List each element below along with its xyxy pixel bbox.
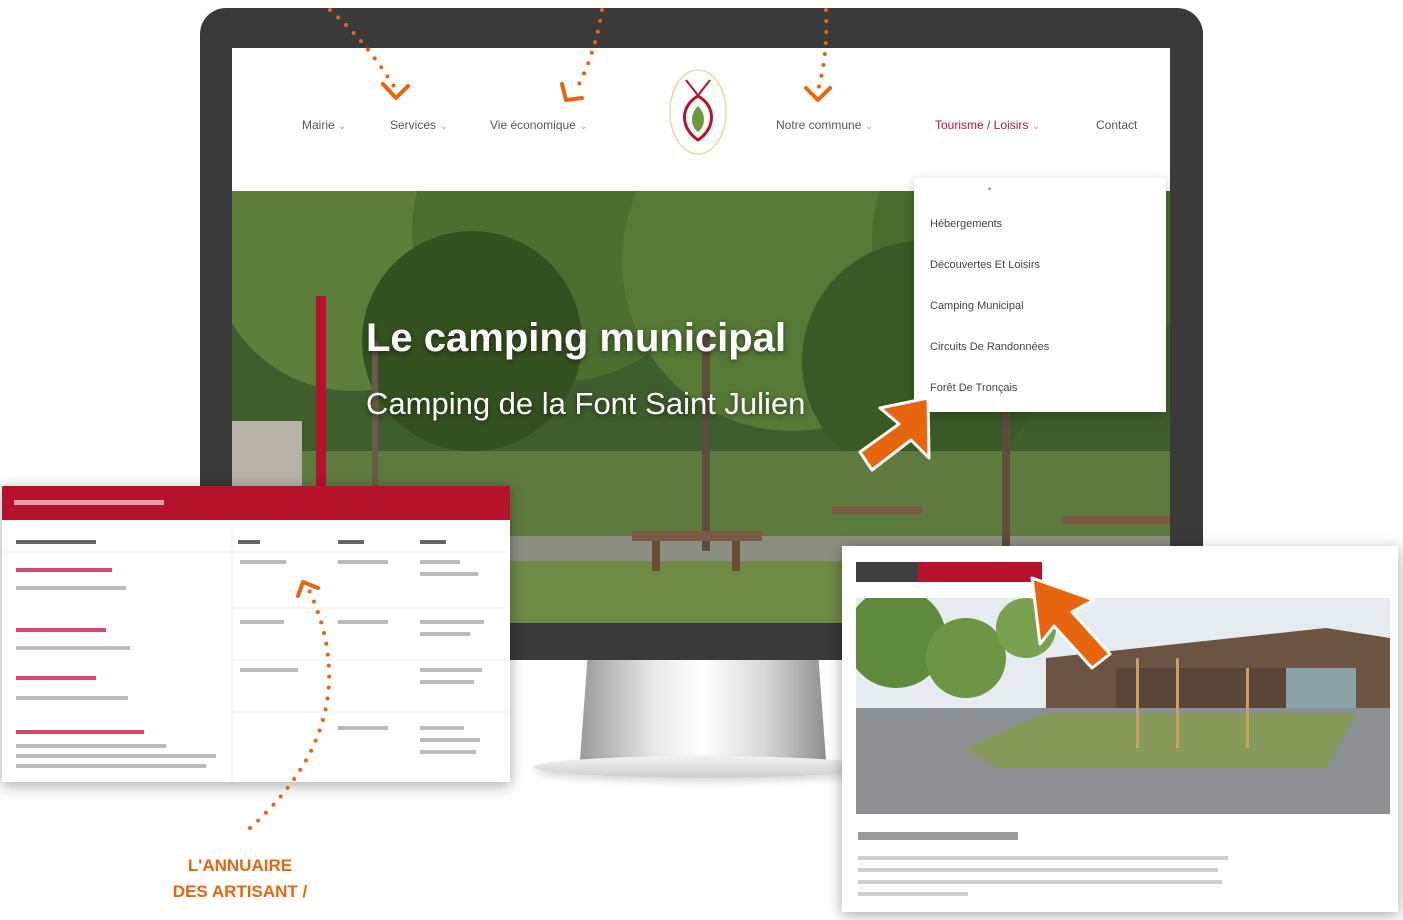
monitor-stand-base bbox=[534, 756, 874, 778]
tourisme-dropdown-menu: • Hébergements Découvertes Et Loisirs Ca… bbox=[914, 178, 1166, 412]
chevron-down-icon: ⌄ bbox=[579, 121, 588, 131]
monitor-stand bbox=[580, 660, 826, 760]
annuaire-table-placeholder bbox=[2, 500, 510, 782]
chevron-down-icon: ⌄ bbox=[1032, 121, 1040, 131]
chevron-down-icon: ⌄ bbox=[338, 121, 347, 131]
annotation-line-2: DES ARTISANT / bbox=[172, 882, 308, 901]
hero-subtitle: Camping de la Font Saint Julien bbox=[366, 386, 806, 421]
dropdown-pointer: • bbox=[988, 184, 992, 194]
dropdown-item-foret[interactable]: Forêt De Tronçais bbox=[930, 382, 1017, 394]
chevron-down-icon: ⌄ bbox=[440, 121, 448, 131]
tab-salle[interactable] bbox=[918, 562, 1042, 582]
nav-item-services[interactable]: Services ⌄ bbox=[390, 118, 448, 132]
nav-item-notre-commune[interactable]: Notre commune ⌄ bbox=[776, 118, 873, 132]
nav-item-tourisme-loisirs[interactable]: Tourisme / Loisirs ⌄ bbox=[935, 118, 1040, 132]
dropdown-item-camping[interactable]: Camping Municipal bbox=[930, 300, 1024, 312]
salle-preview bbox=[842, 546, 1398, 912]
hero-title: Le camping municipal bbox=[366, 316, 787, 360]
tab-accueil[interactable] bbox=[856, 562, 918, 582]
annotation-annuaire: L'ANNUAIRE DES ARTISANT / bbox=[140, 853, 340, 905]
annotation-line-1: L'ANNUAIRE bbox=[187, 856, 293, 875]
chevron-down-icon: ⌄ bbox=[865, 121, 873, 131]
salle-text-placeholder bbox=[858, 832, 1228, 896]
nav-item-mairie[interactable]: Mairie ⌄ bbox=[302, 118, 346, 132]
nav-item-contact[interactable]: Contact bbox=[1096, 118, 1137, 132]
salle-photo bbox=[856, 598, 1390, 814]
commune-logo[interactable] bbox=[668, 66, 728, 158]
nav-item-vie-economique[interactable]: Vie économique ⌄ bbox=[490, 118, 587, 132]
dropdown-item-circuits[interactable]: Circuits De Randonnées bbox=[930, 341, 1049, 353]
annuaire-preview bbox=[2, 486, 510, 782]
dropdown-item-decouvertes[interactable]: Découvertes Et Loisirs bbox=[930, 259, 1040, 271]
site-header: Mairie ⌄ Services ⌄ Vie économique ⌄ Notre … bbox=[232, 48, 1170, 191]
dropdown-item-hebergements[interactable]: Hébergements bbox=[930, 218, 1002, 230]
